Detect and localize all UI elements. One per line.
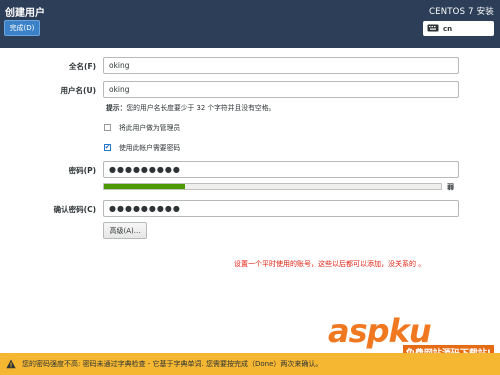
confirm-password-value: ●●●●●●●●●: [109, 204, 181, 213]
confirm-password-label: 确认密码(C): [53, 205, 96, 214]
fullname-value: oking: [109, 61, 130, 70]
password-field[interactable]: ●●●●●●●●●: [103, 161, 459, 178]
password-value: ●●●●●●●●●: [109, 165, 181, 174]
require-password-checkbox-row[interactable]: ✔ 使用此帐户需要密码: [104, 142, 180, 152]
require-password-label: 使用此帐户需要密码: [119, 144, 181, 152]
confirm-password-field[interactable]: ●●●●●●●●●: [103, 200, 459, 217]
username-value: oking: [109, 85, 130, 94]
checkmark-icon: ✔: [104, 142, 111, 151]
annotation-note: 设置一个平时使用的账号，这些以后都可以添加，没关系的 。: [234, 260, 426, 268]
password-warning-bar: 您的密码强度不高: 密码未通过字典检查 - 它基于字典单词. 您需要按完成（Do…: [0, 353, 500, 375]
keyboard-icon: [427, 24, 439, 34]
username-label: 用户名(U): [60, 86, 96, 95]
hint-text: 您的用户名长度要少于 32 个字符并且没有空格。: [126, 104, 276, 112]
warning-text: 您的密码强度不高: 密码未通过字典检查 - 它基于字典单词. 您需要按完成（Do…: [22, 360, 323, 368]
header-bar: 创建用户 完成(D) CENTOS 7 安装 cn: [0, 0, 500, 48]
keyboard-layout-indicator[interactable]: cn: [423, 21, 494, 36]
fullname-label: 全名(F): [69, 62, 96, 71]
require-password-checkbox[interactable]: ✔: [104, 142, 111, 151]
password-strength-meter: [103, 183, 442, 190]
password-label: 密码(P): [68, 166, 96, 175]
installer-title: CENTOS 7 安装: [429, 7, 494, 17]
page-title: 创建用户: [5, 8, 45, 19]
advanced-button[interactable]: 高级(A)...: [103, 222, 147, 239]
warning-icon: [6, 359, 16, 369]
keyboard-layout-label: cn: [443, 24, 453, 33]
admin-checkbox-row[interactable]: 将此用户做为管理员: [104, 122, 180, 132]
username-hint: 提示：您的用户名长度要少于 32 个字符并且没有空格。: [106, 102, 275, 112]
watermark-logo: aspku 免费网站源码下载站!: [328, 312, 498, 360]
username-field[interactable]: oking: [103, 81, 459, 98]
hint-prefix: 提示：: [106, 104, 127, 112]
password-strength-fill: [104, 184, 185, 189]
fullname-field[interactable]: oking: [103, 57, 459, 74]
password-strength-label: 弱: [447, 183, 454, 191]
admin-checkbox[interactable]: [104, 123, 111, 131]
done-button[interactable]: 完成(D): [4, 20, 40, 36]
admin-checkbox-label: 将此用户做为管理员: [119, 124, 181, 132]
